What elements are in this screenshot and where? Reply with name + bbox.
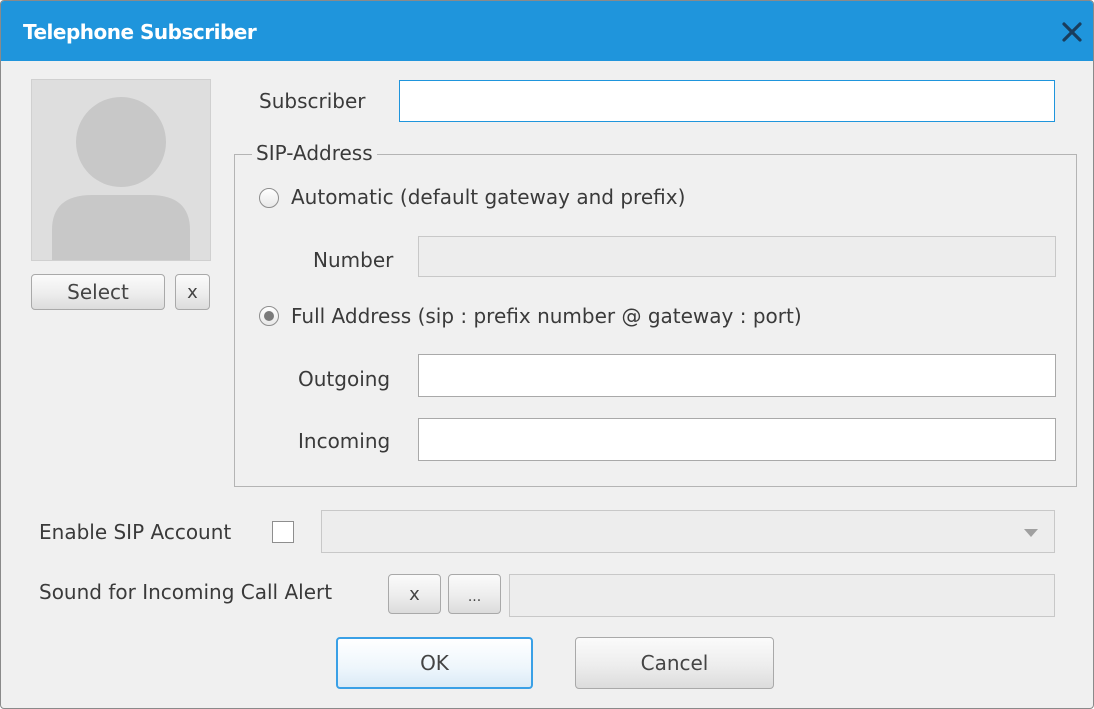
number-label: Number (313, 248, 394, 272)
full-address-label: Full Address (sip : prefix number @ gate… (291, 304, 802, 328)
title-bar: Telephone Subscriber (1, 1, 1093, 61)
close-icon (1062, 22, 1082, 42)
number-input[interactable] (418, 236, 1056, 277)
chevron-down-icon (1024, 529, 1038, 537)
full-address-radio-dot (264, 311, 274, 321)
incoming-input[interactable] (418, 418, 1056, 461)
outgoing-input[interactable] (418, 354, 1056, 397)
subscriber-photo (31, 79, 211, 261)
sound-label: Sound for Incoming Call Alert (39, 580, 333, 604)
incoming-label: Incoming (298, 429, 391, 453)
sip-address-group-label: SIP-Address (252, 141, 377, 165)
close-button[interactable] (1057, 17, 1087, 47)
subscriber-label: Subscriber (259, 89, 366, 113)
dialog-title: Telephone Subscriber (23, 20, 257, 44)
sip-account-select[interactable] (321, 510, 1055, 553)
ok-button[interactable]: OK (336, 637, 533, 689)
clear-sound-button[interactable]: x (388, 574, 441, 614)
select-photo-button[interactable]: Select (31, 274, 165, 310)
enable-sip-account-label: Enable SIP Account (39, 520, 232, 544)
cancel-button[interactable]: Cancel (575, 637, 774, 689)
avatar-placeholder-icon (52, 97, 190, 260)
browse-sound-button[interactable]: ... (448, 574, 501, 614)
clear-photo-button[interactable]: x (175, 274, 210, 310)
outgoing-label: Outgoing (298, 367, 391, 391)
automatic-label: Automatic (default gateway and prefix) (291, 185, 686, 209)
subscriber-input[interactable] (399, 80, 1055, 122)
sound-file-input[interactable] (509, 574, 1055, 617)
telephone-subscriber-dialog: Telephone Subscriber Select x Subscriber… (0, 0, 1094, 709)
full-address-radio[interactable] (259, 306, 279, 326)
automatic-radio[interactable] (259, 188, 279, 208)
enable-sip-account-checkbox[interactable] (272, 521, 294, 543)
